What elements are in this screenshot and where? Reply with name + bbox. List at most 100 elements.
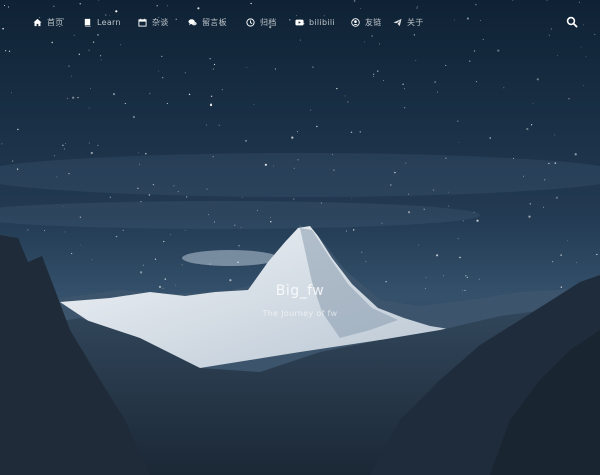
star (122, 229, 124, 231)
star (112, 93, 116, 96)
hero-background-image (0, 0, 600, 475)
star (574, 153, 577, 156)
star (407, 211, 411, 214)
star (177, 190, 179, 193)
nav-item-label: 归档 (260, 17, 277, 27)
star (536, 78, 539, 81)
star (332, 154, 333, 156)
star (320, 202, 323, 204)
star (445, 157, 447, 159)
star (478, 278, 480, 280)
star (529, 203, 532, 205)
star (63, 148, 65, 150)
star (68, 65, 70, 67)
star (475, 81, 477, 83)
nav-item-guestbook[interactable]: 留言板 (188, 14, 227, 30)
star (186, 196, 188, 198)
star (555, 196, 559, 199)
star (293, 167, 295, 169)
star (543, 179, 546, 181)
nav-item-bilibili[interactable]: bilibili (295, 14, 335, 30)
star (88, 107, 90, 109)
star (568, 98, 570, 100)
star (162, 77, 164, 79)
star (543, 206, 545, 208)
nav-item-label: Learn (97, 17, 121, 27)
star (269, 217, 271, 218)
star (164, 278, 167, 280)
star (552, 261, 554, 263)
star (145, 153, 147, 155)
star (109, 196, 111, 198)
star (585, 56, 587, 58)
star (297, 159, 299, 161)
star (458, 142, 460, 143)
star (344, 95, 346, 97)
star (209, 58, 211, 60)
star (404, 107, 406, 109)
star (465, 275, 467, 277)
star (72, 96, 75, 99)
star (240, 227, 242, 229)
star (78, 53, 81, 56)
star (65, 143, 66, 144)
comments-icon (188, 18, 197, 27)
star (166, 102, 169, 105)
star (149, 92, 151, 95)
star (415, 60, 417, 61)
star (161, 55, 163, 58)
star (208, 214, 209, 216)
star (64, 231, 66, 233)
star (372, 75, 374, 77)
star (62, 144, 64, 147)
star (163, 241, 165, 243)
star (88, 49, 90, 51)
star (148, 194, 151, 196)
nav-item-home[interactable]: 首页 (33, 14, 64, 30)
star (181, 264, 183, 266)
nav-item-about[interactable]: 关于 (393, 14, 424, 30)
star (229, 279, 232, 282)
star (210, 95, 213, 98)
nav-item-label: 友链 (365, 17, 382, 27)
star (237, 261, 239, 263)
star (528, 215, 531, 218)
star (205, 124, 208, 126)
star (447, 205, 449, 207)
star (436, 254, 439, 257)
star (503, 87, 505, 89)
play-icon (295, 18, 304, 27)
star (497, 49, 500, 52)
nav-item-friends[interactable]: 友链 (351, 14, 382, 30)
star (100, 55, 102, 57)
star (293, 198, 295, 200)
nav-item-misc[interactable]: 杂谈 (138, 14, 169, 30)
star (350, 131, 353, 134)
star (526, 127, 529, 131)
star (184, 72, 186, 74)
star (347, 101, 349, 103)
nav-item-archive[interactable]: 归档 (246, 14, 277, 30)
top-navigation: 首页 Learn 杂谈 留言板 归档 bilibili 友链 关于 (0, 0, 600, 42)
star (351, 197, 353, 199)
star (473, 50, 476, 52)
star (582, 85, 584, 87)
star (353, 229, 355, 231)
star (530, 124, 533, 126)
star (408, 193, 410, 195)
star (333, 169, 335, 171)
star (238, 245, 240, 247)
star (170, 234, 172, 235)
star (532, 102, 534, 104)
star (580, 46, 582, 48)
star (11, 160, 14, 162)
star (132, 115, 135, 119)
star (77, 96, 79, 99)
site-subtitle: The Journey of fw (262, 309, 338, 318)
star (448, 191, 449, 193)
search-button[interactable] (566, 16, 578, 28)
star (212, 68, 215, 70)
nav-item-learn[interactable]: Learn (83, 14, 121, 30)
star (432, 189, 435, 191)
star (253, 103, 255, 105)
